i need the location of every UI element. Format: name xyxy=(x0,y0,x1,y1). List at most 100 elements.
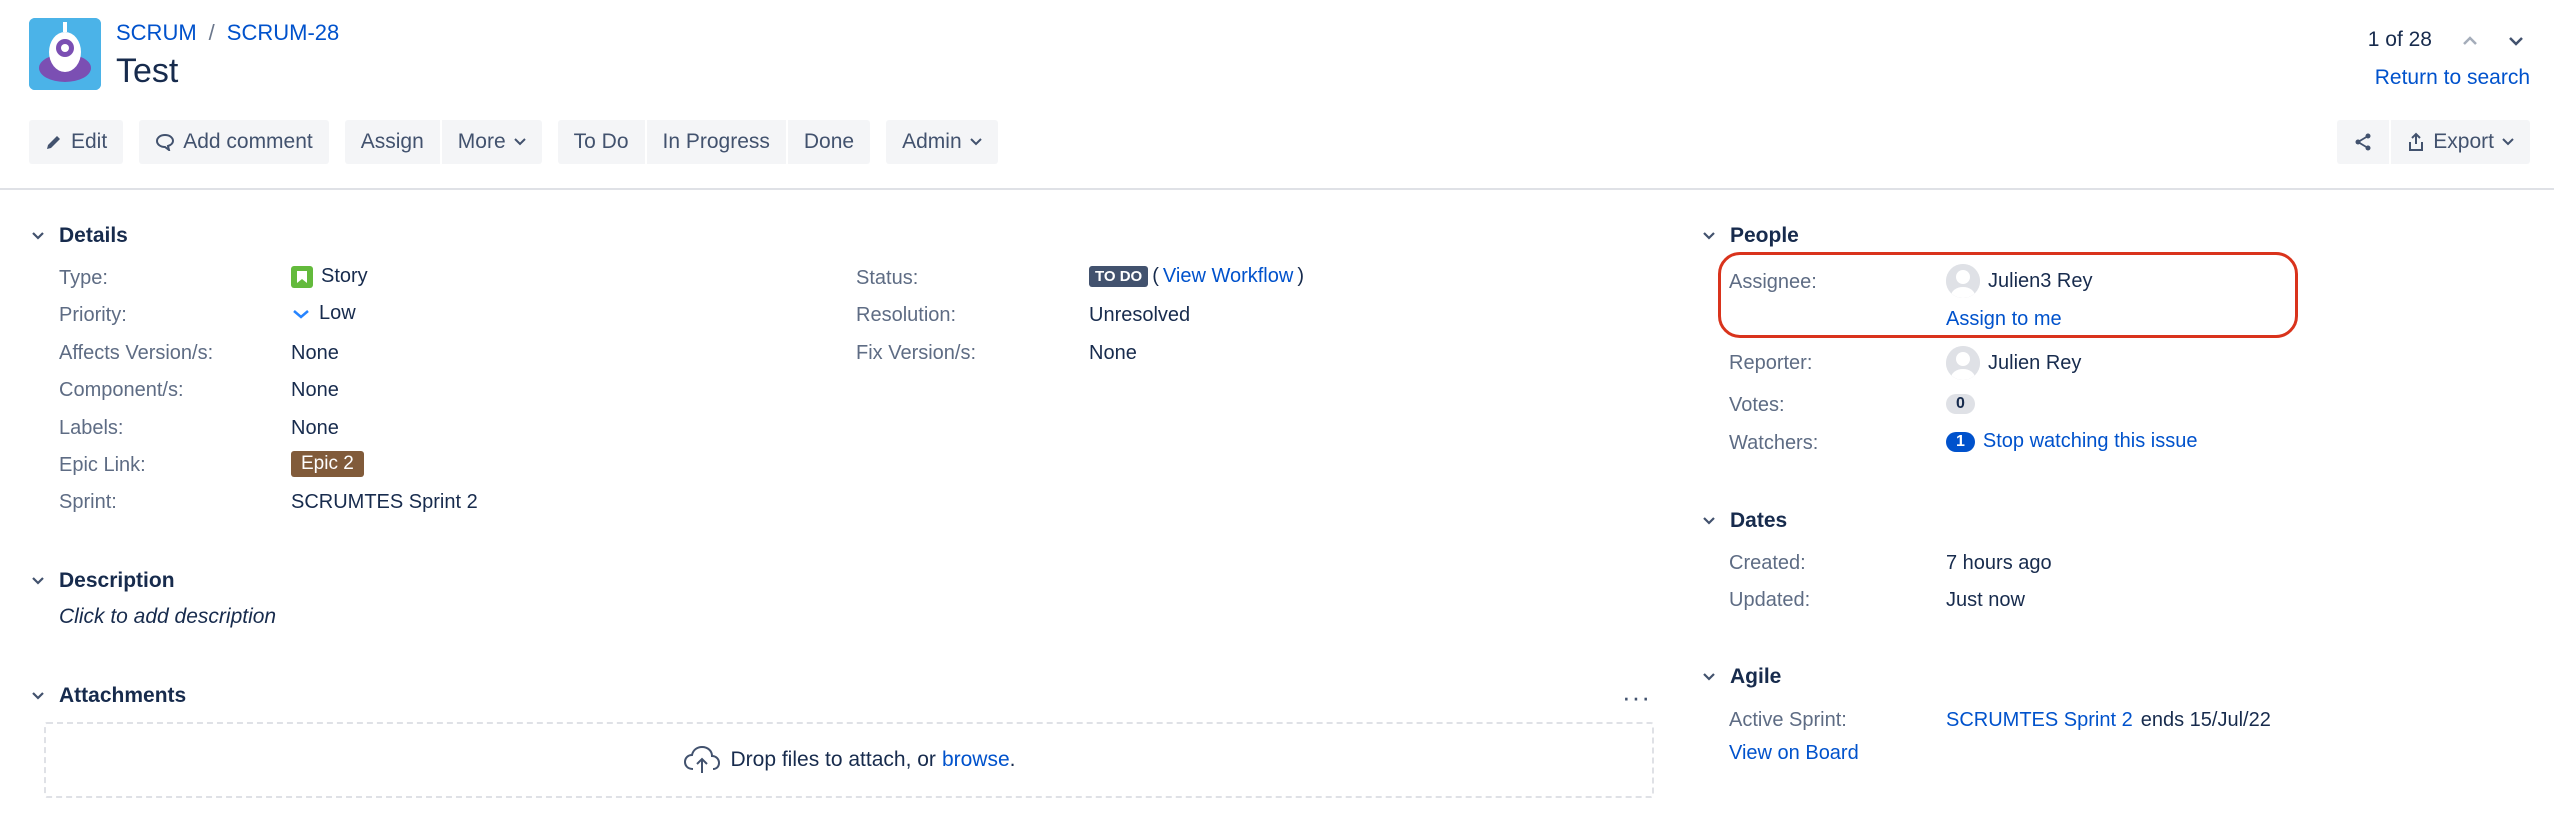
export-button-label: Export xyxy=(2433,130,2494,153)
more-button[interactable]: More xyxy=(441,120,542,164)
active-sprint-end: ends 15/Jul/22 xyxy=(2140,709,2271,731)
attachment-dropzone[interactable]: Drop files to attach, or browse. xyxy=(44,722,1654,798)
issue-header: SCRUM / SCRUM-28 Test 1 of 28 Return to … xyxy=(0,0,2554,190)
votes-count-badge[interactable]: 0 xyxy=(1946,394,1975,414)
description-section-header[interactable]: Description xyxy=(29,569,175,593)
transition-to-do-button[interactable]: To Do xyxy=(557,120,645,164)
story-icon xyxy=(291,265,313,288)
watchers-label: Watchers: xyxy=(1729,432,1819,454)
share-button[interactable] xyxy=(2337,120,2390,164)
resolution-label: Resolution: xyxy=(856,304,957,326)
assign-button-label: Assign xyxy=(360,130,424,153)
watchers-count-badge[interactable]: 1 xyxy=(1946,431,1975,452)
sprint-label: Sprint: xyxy=(59,491,117,513)
view-workflow-link[interactable]: View Workflow xyxy=(1163,265,1293,288)
votes-value[interactable]: 0 xyxy=(1946,394,1975,414)
type-value[interactable]: Story xyxy=(291,265,368,288)
dates-section-header[interactable]: Dates xyxy=(1700,509,1787,533)
collapse-toggle-icon[interactable] xyxy=(1700,512,1718,530)
chevron-down-icon xyxy=(969,138,982,146)
to-do-label: To Do xyxy=(573,130,629,153)
description-field[interactable]: Click to add description xyxy=(59,605,276,629)
chevron-down-icon xyxy=(2502,138,2514,146)
next-issue-icon[interactable] xyxy=(2508,30,2524,51)
updated-label: Updated: xyxy=(1729,589,1811,611)
type-value-text: Story xyxy=(321,265,368,287)
reporter-name: Julien Rey xyxy=(1988,351,2082,374)
chevron-down-icon xyxy=(513,138,526,146)
browse-link[interactable]: browse xyxy=(942,748,1010,771)
reporter-value[interactable]: Julien Rey xyxy=(1946,346,2081,380)
pager-position: 1 of 28 xyxy=(2367,28,2432,51)
active-sprint-link[interactable]: SCRUMTES Sprint 2 xyxy=(1946,709,2133,732)
status-badge: TO DO xyxy=(1089,266,1149,287)
watchers-value: 1 Stop watching this issue xyxy=(1946,430,2197,453)
add-comment-button[interactable]: Add comment xyxy=(139,120,329,164)
components-value[interactable]: None xyxy=(291,379,339,402)
dropzone-period: . xyxy=(1009,748,1016,771)
export-icon xyxy=(2409,132,2424,151)
workflow-open-paren: ( xyxy=(1152,265,1159,287)
details-section-header[interactable]: Details xyxy=(29,224,128,248)
collapse-toggle-icon[interactable] xyxy=(1700,227,1718,245)
assignee-value[interactable]: Julien3 Rey xyxy=(1946,264,2093,298)
avatar xyxy=(1946,264,1980,298)
people-section-header[interactable]: People xyxy=(1700,224,1799,248)
breadcrumb: SCRUM / SCRUM-28 xyxy=(116,20,339,46)
affects-versions-value[interactable]: None xyxy=(291,342,339,365)
collapse-toggle-icon[interactable] xyxy=(29,572,47,590)
assign-to-me-link[interactable]: Assign to me xyxy=(1946,308,2062,331)
previous-issue-icon[interactable] xyxy=(2462,30,2478,51)
issue-toolbar-right: Export xyxy=(2337,120,2530,164)
done-label: Done xyxy=(803,130,855,153)
breadcrumb-project-link[interactable]: SCRUM xyxy=(116,20,197,46)
created-label: Created: xyxy=(1729,552,1806,574)
collapse-toggle-icon[interactable] xyxy=(1700,668,1718,686)
edit-button-label: Edit xyxy=(71,130,108,153)
active-sprint-label: Active Sprint: xyxy=(1729,709,1847,731)
return-to-search-link[interactable]: Return to search xyxy=(2375,66,2530,90)
stop-watching-link[interactable]: Stop watching this issue xyxy=(1983,430,2198,453)
attachments-section-header[interactable]: Attachments xyxy=(29,684,186,708)
status-label: Status: xyxy=(856,267,919,289)
dates-heading: Dates xyxy=(1730,509,1788,532)
assignee-name: Julien3 Rey xyxy=(1988,269,2093,292)
labels-value[interactable]: None xyxy=(291,417,339,440)
components-label: Component/s: xyxy=(59,379,184,401)
project-avatar[interactable] xyxy=(29,18,101,90)
more-button-label: More xyxy=(457,130,506,153)
sprint-value[interactable]: SCRUMTES Sprint 2 xyxy=(291,491,478,514)
agile-section-header[interactable]: Agile xyxy=(1700,665,1781,689)
admin-button-label: Admin xyxy=(902,130,962,153)
avatar xyxy=(1946,346,1980,380)
breadcrumb-issue-link[interactable]: SCRUM-28 xyxy=(227,20,339,46)
fix-versions-label: Fix Version/s: xyxy=(856,342,977,364)
cloud-upload-icon xyxy=(683,745,720,773)
attachments-more-icon[interactable]: ··· xyxy=(1622,682,1651,713)
admin-button[interactable]: Admin xyxy=(886,120,998,164)
view-on-board-link[interactable]: View on Board xyxy=(1729,742,1859,765)
page-title[interactable]: Test xyxy=(116,52,178,91)
status-value: TO DO (View Workflow) xyxy=(1089,265,1304,288)
epic-badge[interactable]: Epic 2 xyxy=(291,451,364,477)
issue-toolbar: Edit Add comment Assign More To Do In Pr… xyxy=(29,120,1014,164)
assign-button[interactable]: Assign xyxy=(344,120,440,164)
transition-in-progress-button[interactable]: In Progress xyxy=(646,120,786,164)
attachments-heading: Attachments xyxy=(59,684,187,707)
description-heading: Description xyxy=(59,569,175,592)
epic-link-value[interactable]: Epic 2 xyxy=(291,451,364,477)
fix-versions-value[interactable]: None xyxy=(1089,342,1137,365)
affects-versions-label: Affects Version/s: xyxy=(59,342,214,364)
export-button[interactable]: Export xyxy=(2391,120,2530,164)
priority-value[interactable]: Low xyxy=(291,302,356,325)
collapse-toggle-icon[interactable] xyxy=(29,687,47,705)
pencil-icon xyxy=(47,136,60,149)
labels-label: Labels: xyxy=(59,417,124,439)
details-heading: Details xyxy=(59,224,128,247)
transition-done-button[interactable]: Done xyxy=(787,120,871,164)
collapse-toggle-icon[interactable] xyxy=(29,227,47,245)
priority-low-icon xyxy=(293,309,309,319)
reporter-label: Reporter: xyxy=(1729,352,1813,374)
edit-button[interactable]: Edit xyxy=(29,120,124,164)
breadcrumb-separator: / xyxy=(208,20,215,45)
